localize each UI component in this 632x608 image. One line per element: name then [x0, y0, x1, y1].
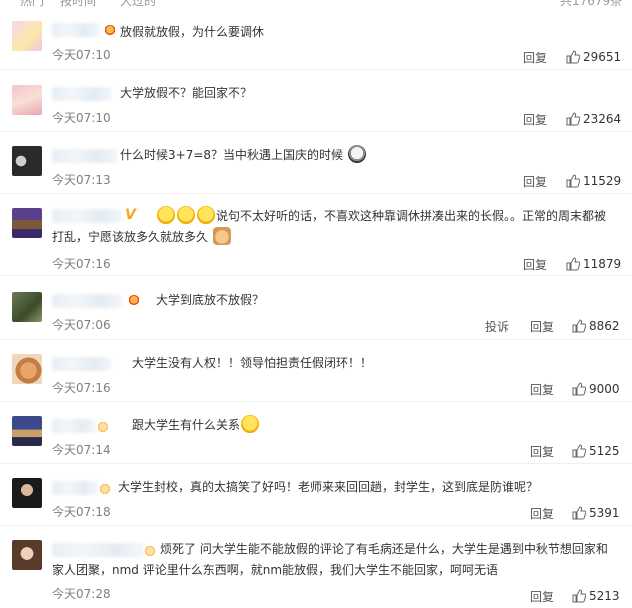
username-redacted[interactable] — [52, 149, 118, 163]
like-count: 29651 — [583, 50, 622, 64]
avatar[interactable] — [12, 540, 42, 570]
reply-button[interactable]: 回复 — [523, 256, 547, 273]
like-count: 8862 — [589, 319, 620, 333]
comment-item: 跟大学生有什么关系 今天07:14 回复 5125 — [0, 402, 632, 464]
emoji-icon — [197, 206, 215, 224]
comment-time: 今天07:14 — [52, 443, 111, 457]
vip-badge-icon — [104, 25, 116, 37]
comment-count: 共17679条 — [560, 0, 623, 8]
comment-text: 什么时候3+7=8？当中秋遇上国庆的时候 — [120, 143, 614, 167]
reply-button[interactable]: 回复 — [530, 443, 554, 460]
username-redacted[interactable] — [52, 23, 100, 37]
avatar[interactable] — [12, 354, 42, 384]
comment-time: 今天07:06 — [52, 318, 111, 332]
comment-text: 大学生没有人权！！领导怕担责任假闭环！！ — [132, 356, 373, 370]
username-redacted[interactable] — [52, 419, 96, 433]
thumbs-up-icon[interactable] — [566, 112, 580, 126]
like-count: 23264 — [583, 112, 622, 126]
verified-v-icon: V — [125, 207, 136, 223]
reply-button[interactable]: 回复 — [530, 381, 554, 398]
like-count: 9000 — [589, 382, 620, 396]
comment-text: 大学到底放不放假？ — [156, 293, 265, 307]
thumbs-up-icon[interactable] — [572, 506, 586, 520]
username-redacted[interactable] — [52, 357, 112, 371]
comment-time: 今天07:16 — [52, 381, 111, 395]
emoji-icon — [177, 206, 195, 224]
like-count: 5213 — [589, 589, 620, 603]
comment-item: 大学到底放不放假？ 今天07:06 投诉 回复 8862 — [0, 276, 632, 340]
avatar[interactable] — [12, 208, 42, 238]
comment-item: V 说句不太好听的话，不喜欢这种靠调休拼凑出来的长假。。正常的周末都被 打乱，宁… — [0, 194, 632, 276]
comment-item: 大学放假不？能回家不？ 今天07:10 回复 23264 — [0, 70, 632, 132]
thumbs-up-icon[interactable] — [572, 444, 586, 458]
comment-text: 放假就放假，为什么要调休 — [120, 25, 265, 39]
thumbs-up-icon[interactable] — [566, 257, 580, 271]
comment-item: 大学生封校，真的太搞笑了好吗！老师来来回回趟，封学生，这到底是防谁呢？ 今天07… — [0, 464, 632, 526]
tab-other[interactable]: 大过的 — [120, 0, 156, 8]
avatar[interactable] — [12, 478, 42, 508]
reply-button[interactable]: 回复 — [523, 111, 547, 128]
username-redacted[interactable] — [52, 294, 122, 308]
tab-hot[interactable]: 热门 — [20, 0, 44, 8]
username-redacted[interactable] — [52, 481, 98, 495]
reply-button[interactable]: 回复 — [523, 49, 547, 66]
comment-item: 放假就放假，为什么要调休 今天07:10 回复 29651 — [0, 8, 632, 70]
comment-item: 什么时候3+7=8？当中秋遇上国庆的时候 今天07:13 回复 11529 — [0, 132, 632, 194]
avatar[interactable] — [12, 146, 42, 176]
like-count: 11529 — [583, 174, 622, 188]
fan-badge-icon — [144, 545, 156, 557]
like-count: 11879 — [583, 257, 622, 271]
like-count: 5391 — [589, 506, 620, 520]
username-redacted[interactable] — [52, 543, 144, 557]
cat-emoji-icon — [212, 227, 231, 245]
comment-text: 大学放假不？能回家不？ — [120, 86, 253, 100]
avatar[interactable] — [12, 21, 42, 51]
like-count: 5125 — [589, 444, 620, 458]
reply-button[interactable]: 回复 — [530, 505, 554, 522]
avatar[interactable] — [12, 85, 42, 115]
thumbs-up-icon[interactable] — [566, 174, 580, 188]
comment-text: 大学生封校，真的太搞笑了好吗！老师来来回回趟，封学生，这到底是防谁呢？ — [118, 480, 539, 494]
avatar[interactable] — [12, 416, 42, 446]
comment-text: 跟大学生有什么关系 — [132, 413, 614, 437]
top-bar-residual: 热门 按时间 大过的 共17679条 — [0, 0, 632, 8]
reply-button[interactable]: 回复 — [523, 173, 547, 190]
username-redacted[interactable] — [52, 87, 112, 101]
comment-time: 今天07:18 — [52, 505, 111, 519]
comment-time: 今天07:16 — [52, 257, 111, 271]
reply-button[interactable]: 回复 — [530, 588, 554, 605]
smile-emoji-icon — [241, 415, 260, 433]
comment-time: 今天07:10 — [52, 111, 111, 125]
username-redacted[interactable] — [52, 209, 122, 223]
thumbs-up-icon[interactable] — [572, 589, 586, 603]
comment-item: 烦死了 问大学生能不能放假的评论了有毛病还是什么，大学生是遇到中秋节想回家和 家… — [0, 526, 632, 608]
thumbs-up-icon[interactable] — [566, 50, 580, 64]
thumbs-up-icon[interactable] — [572, 319, 586, 333]
vip-badge-icon — [128, 295, 140, 307]
comment-time: 今天07:28 — [52, 587, 111, 601]
thumbs-up-icon[interactable] — [572, 382, 586, 396]
fan-badge-icon — [97, 421, 109, 433]
emoji-icon — [347, 145, 366, 163]
comment-text-line2: 家人团聚，nmd 评论里什么东西啊，就nm能放假，我们大学生不能回家，呵呵无语 — [52, 563, 499, 577]
avatar[interactable] — [12, 292, 42, 322]
tab-time[interactable]: 按时间 — [60, 0, 96, 8]
comment-time: 今天07:13 — [52, 173, 111, 187]
reply-button[interactable]: 回复 — [530, 318, 554, 335]
comment-item: 大学生没有人权！！领导怕担责任假闭环！！ 今天07:16 回复 9000 — [0, 340, 632, 402]
report-button[interactable]: 投诉 — [485, 318, 509, 335]
emoji-icon — [157, 206, 175, 224]
fan-badge-icon — [99, 483, 111, 495]
comment-time: 今天07:10 — [52, 48, 111, 62]
comment-text-line2: 打乱，宁愿该放多久就放多久 — [52, 225, 614, 249]
